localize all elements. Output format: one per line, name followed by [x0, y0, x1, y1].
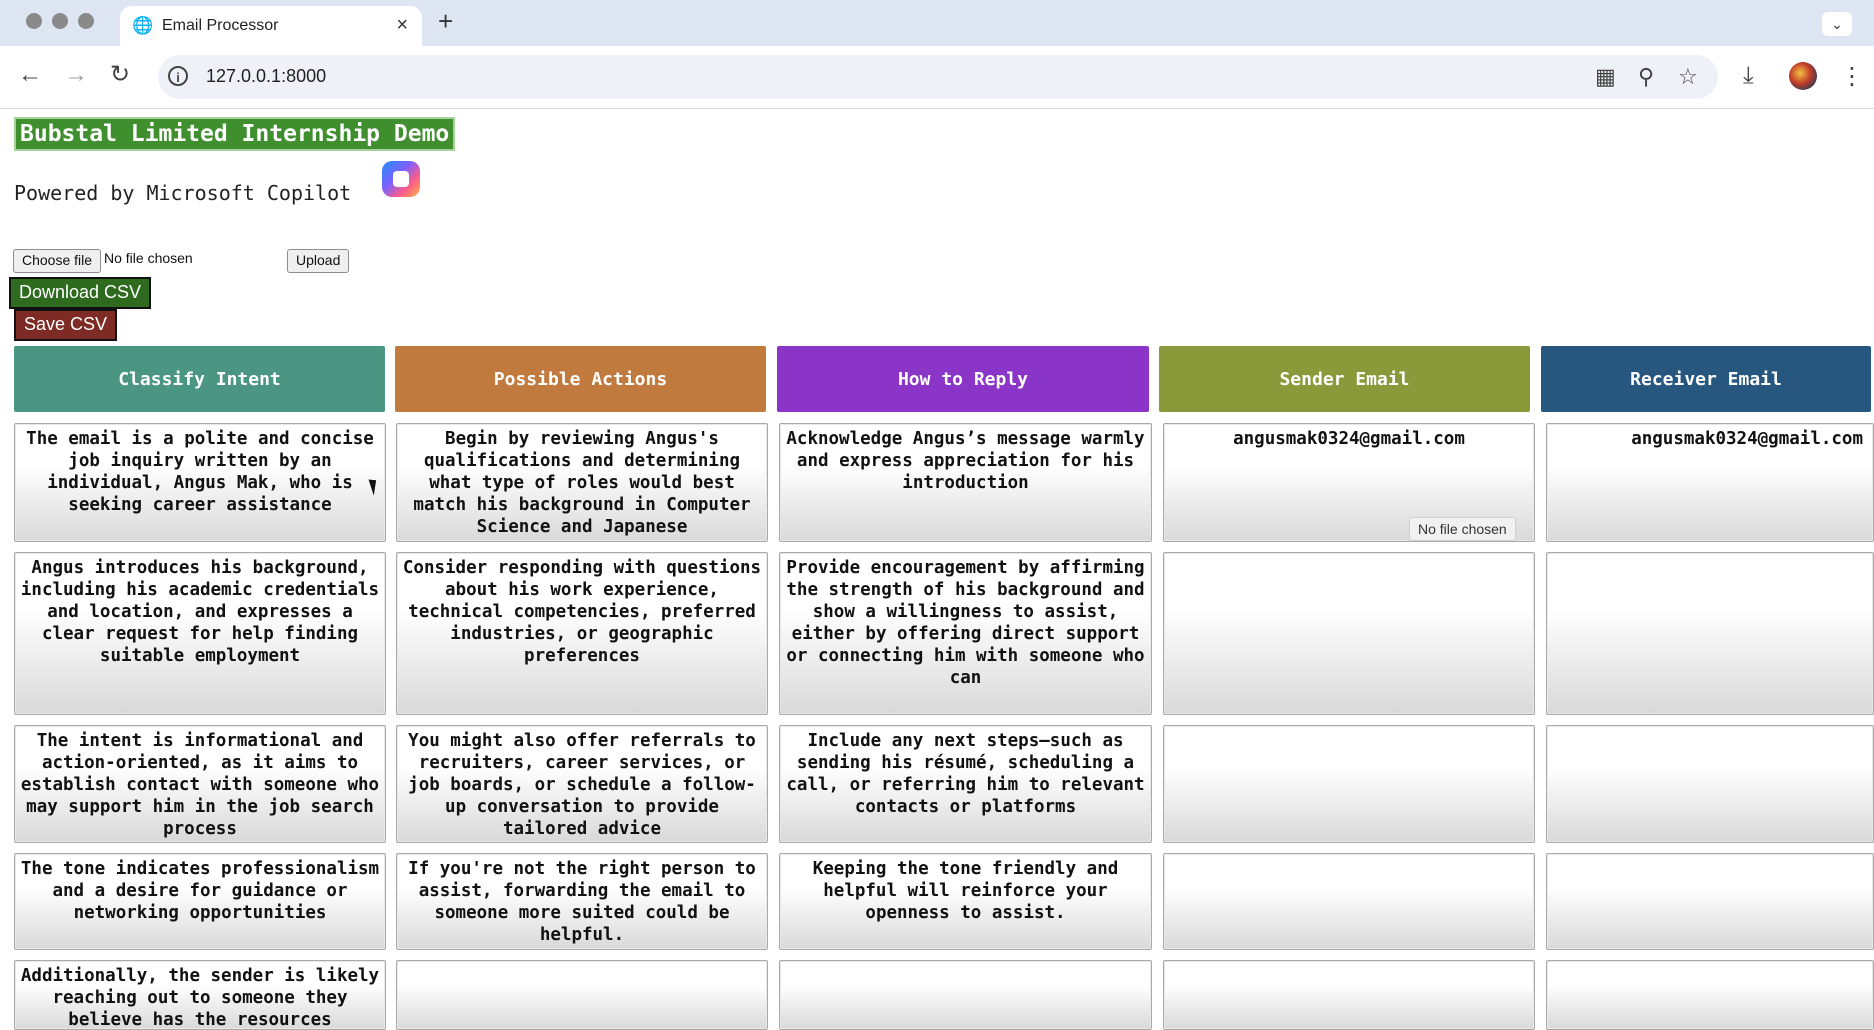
possible-actions-cell[interactable]: Begin by reviewing Angus's qualification…: [396, 423, 768, 542]
classify-intent-cell[interactable]: Angus introduces his background, includi…: [14, 552, 386, 715]
forward-arrow-icon[interactable]: →: [64, 61, 88, 89]
page-banner: Bubstal Limited Internship Demo: [14, 117, 456, 151]
save-csv-button[interactable]: Save CSV: [14, 309, 118, 341]
upload-button[interactable]: Upload: [287, 249, 350, 273]
url-text[interactable]: 127.0.0.1:8000: [206, 66, 326, 87]
possible-actions-cell[interactable]: If you're not the right person to assist…: [396, 853, 768, 950]
classify-intent-cell[interactable]: The email is a polite and concise job in…: [14, 423, 386, 542]
header-sender-email: Sender Email: [1159, 346, 1530, 412]
classify-intent-cell[interactable]: Additionally, the sender is likely reach…: [14, 960, 386, 1030]
possible-actions-cell[interactable]: [396, 960, 768, 1030]
how-to-reply-cell[interactable]: Acknowledge Angus’s message warmly and e…: [779, 423, 1152, 542]
receiver-email-cell[interactable]: angusmak0324@gmail.com: [1546, 423, 1874, 542]
sender-email-cell[interactable]: [1163, 960, 1535, 1030]
classify-intent-cell[interactable]: The tone indicates professionalism and a…: [14, 853, 386, 950]
sender-email-cell[interactable]: [1163, 853, 1535, 950]
reload-icon[interactable]: ↻: [110, 61, 130, 89]
header-classify-intent: Classify Intent: [14, 346, 385, 412]
how-to-reply-cell[interactable]: [779, 960, 1152, 1030]
window-minimize-dot[interactable]: [52, 13, 68, 29]
tab-strip: 🌐 Email Processor × + ⌄: [0, 0, 1874, 46]
receiver-email-cell[interactable]: [1546, 960, 1874, 1030]
possible-actions-cell[interactable]: You might also offer referrals to recrui…: [396, 725, 768, 843]
receiver-email-cell[interactable]: [1546, 552, 1874, 715]
window-close-dot[interactable]: [26, 13, 42, 29]
download-csv-button[interactable]: Download CSV: [9, 277, 152, 309]
powered-by-text: Powered by Microsoft Copilot: [14, 181, 352, 205]
how-to-reply-cell[interactable]: Include any next steps—such as sending h…: [779, 725, 1152, 843]
translate-icon[interactable]: ▦: [1595, 64, 1616, 90]
zoom-icon[interactable]: ⚲: [1638, 64, 1654, 90]
tab-email-processor[interactable]: 🌐 Email Processor ×: [120, 6, 422, 46]
new-tab-icon[interactable]: +: [438, 6, 453, 37]
window-zoom-dot[interactable]: [78, 13, 94, 29]
header-how-to-reply: How to Reply: [777, 346, 1149, 412]
address-bar[interactable]: i 127.0.0.1:8000 ▦ ⚲ ☆: [158, 55, 1718, 99]
tab-close-icon[interactable]: ×: [396, 14, 408, 37]
classify-intent-cell[interactable]: The intent is informational and action-o…: [14, 725, 386, 843]
receiver-email-cell[interactable]: [1546, 725, 1874, 843]
how-to-reply-cell[interactable]: Keeping the tone friendly and helpful wi…: [779, 853, 1152, 950]
header-receiver-email: Receiver Email: [1541, 346, 1871, 412]
tab-search-chevron-icon[interactable]: ⌄: [1822, 12, 1852, 36]
sender-email-cell[interactable]: [1163, 552, 1535, 715]
choose-file-button[interactable]: Choose file: [13, 249, 102, 273]
receiver-email-cell[interactable]: [1546, 853, 1874, 950]
page-content: Bubstal Limited Internship Demo Powered …: [0, 109, 1874, 1030]
how-to-reply-cell[interactable]: Provide encouragement by affirming the s…: [779, 552, 1152, 715]
more-menu-icon[interactable]: ⋮: [1840, 62, 1864, 91]
browser-toolbar: ← → ↻ i 127.0.0.1:8000 ▦ ⚲ ☆ ⤓ ⋮: [0, 46, 1874, 109]
tab-title: Email Processor: [162, 17, 279, 34]
copilot-logo-icon: [382, 161, 420, 197]
sender-email-cell[interactable]: [1163, 725, 1535, 843]
possible-actions-cell[interactable]: Consider responding with questions about…: [396, 552, 768, 715]
download-icon[interactable]: ⤓: [1743, 62, 1754, 90]
file-status-text: No file chosen: [104, 250, 193, 266]
file-tooltip: No file chosen: [1409, 517, 1516, 541]
header-possible-actions: Possible Actions: [395, 346, 766, 412]
back-arrow-icon[interactable]: ←: [18, 61, 42, 89]
site-info-icon[interactable]: i: [168, 66, 188, 86]
globe-icon: 🌐: [132, 16, 154, 35]
profile-avatar[interactable]: [1789, 62, 1817, 90]
bookmark-star-icon[interactable]: ☆: [1678, 64, 1698, 90]
